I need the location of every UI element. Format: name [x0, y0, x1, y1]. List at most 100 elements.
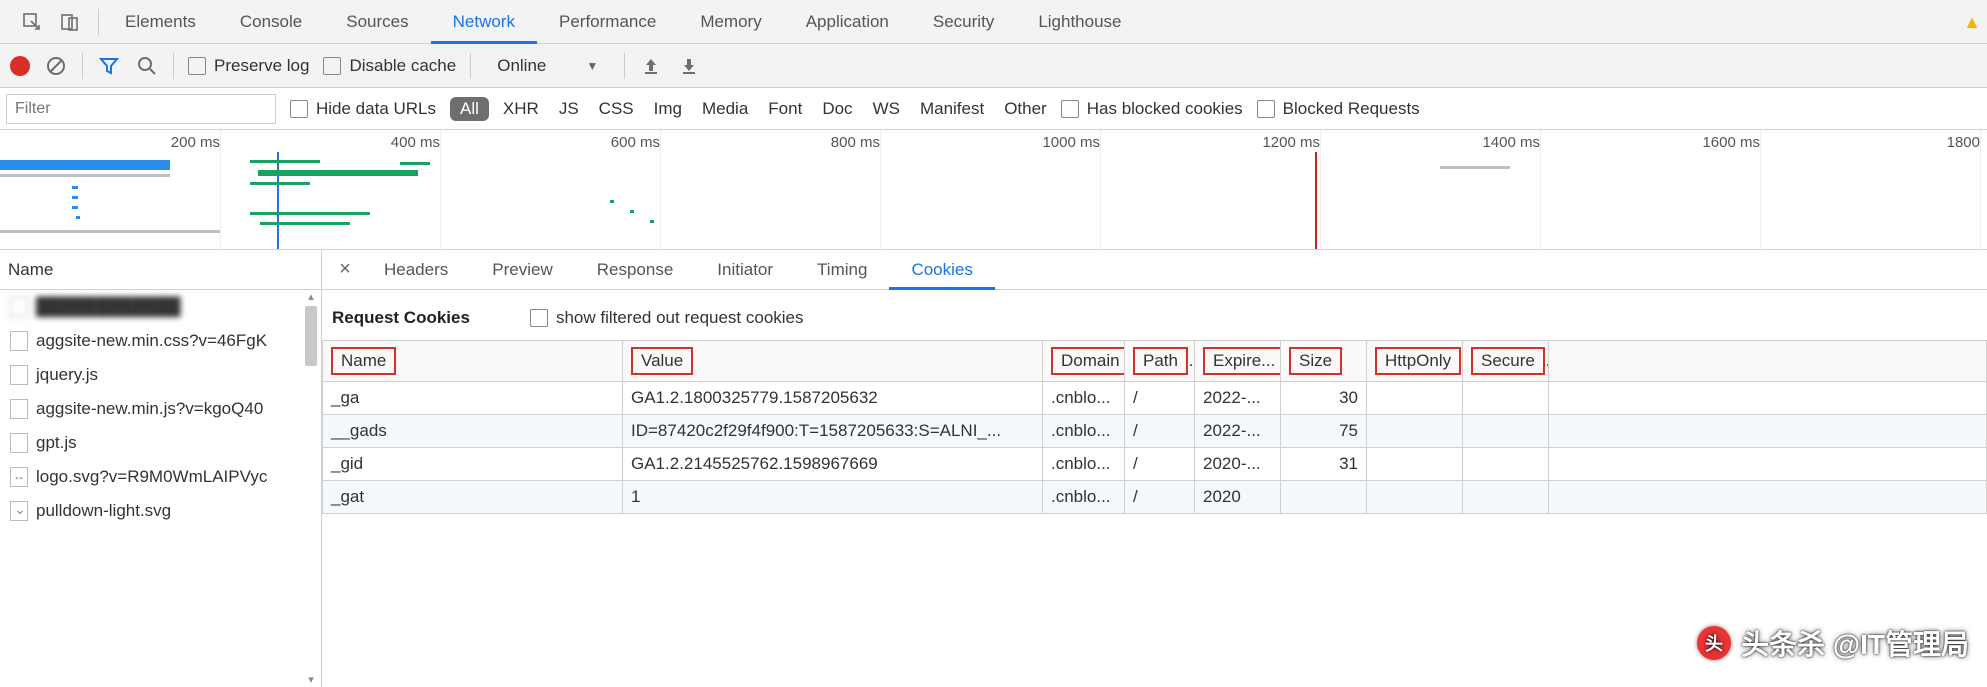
clear-icon[interactable]: [44, 54, 68, 78]
request-row[interactable]: aggsite-new.min.css?v=46FgK: [0, 324, 321, 358]
top-tab-host: ElementsConsoleSourcesNetworkPerformance…: [103, 0, 1144, 44]
cookie-row[interactable]: _gidGA1.2.2145525762.1598967669.cnblo...…: [323, 448, 1987, 481]
scroll-up-icon[interactable]: ▴: [305, 290, 317, 304]
request-name: aggsite-new.min.js?v=kgoQ40: [36, 399, 263, 419]
timeline-tick: 400 ms: [391, 134, 440, 151]
tab-memory[interactable]: Memory: [678, 0, 783, 44]
filter-type-doc[interactable]: Doc: [822, 99, 852, 119]
main-split: Name ████████████aggsite-new.min.css?v=4…: [0, 250, 1987, 687]
upload-har-icon[interactable]: [639, 54, 663, 78]
timeline-tick: 800 ms: [831, 134, 880, 151]
cookie-cell: .cnblo...: [1043, 382, 1125, 415]
cookie-cell: /: [1125, 382, 1195, 415]
request-row[interactable]: jquery.js: [0, 358, 321, 392]
cookie-col-path[interactable]: Path: [1125, 341, 1195, 382]
throttling-selector[interactable]: Online ▼: [485, 56, 610, 76]
filter-type-css[interactable]: CSS: [599, 99, 634, 119]
cookie-cell: 2020-...: [1195, 448, 1281, 481]
cookie-col-value[interactable]: Value: [623, 341, 1043, 382]
detail-tab-initiator[interactable]: Initiator: [695, 250, 795, 290]
close-detail-button[interactable]: ×: [328, 258, 362, 281]
tab-elements[interactable]: Elements: [103, 0, 218, 44]
cookie-cell: [1463, 415, 1549, 448]
preserve-log-label: Preserve log: [214, 56, 309, 76]
detail-tab-cookies[interactable]: Cookies: [889, 250, 994, 290]
cookie-cell: .cnblo...: [1043, 415, 1125, 448]
file-icon: [10, 331, 28, 351]
detail-tab-headers[interactable]: Headers: [362, 250, 470, 290]
search-icon[interactable]: [135, 54, 159, 78]
timeline-tick: 200 ms: [171, 134, 220, 151]
tab-lighthouse[interactable]: Lighthouse: [1016, 0, 1143, 44]
filter-type-ws[interactable]: WS: [873, 99, 900, 119]
detail-tab-preview[interactable]: Preview: [470, 250, 574, 290]
filter-type-js[interactable]: JS: [559, 99, 579, 119]
show-filtered-checkbox[interactable]: show filtered out request cookies: [530, 308, 804, 328]
cookie-col-expire[interactable]: Expire...: [1195, 341, 1281, 382]
detail-tab-response[interactable]: Response: [575, 250, 696, 290]
cookie-cell: [1463, 382, 1549, 415]
cookie-row[interactable]: __gadsID=87420c2f29f4f900:T=1587205633:S…: [323, 415, 1987, 448]
detail-tab-timing[interactable]: Timing: [795, 250, 889, 290]
filter-input[interactable]: [6, 94, 276, 124]
cookie-cell: [1367, 382, 1463, 415]
cookie-cell: 1: [623, 481, 1043, 514]
cookie-cell: 31: [1281, 448, 1367, 481]
scroll-thumb[interactable]: [305, 306, 317, 366]
request-name: pulldown-light.svg: [36, 501, 171, 521]
request-row[interactable]: ████████████: [0, 290, 321, 324]
cookie-row[interactable]: _gaGA1.2.1800325779.1587205632.cnblo.../…: [323, 382, 1987, 415]
request-row[interactable]: aggsite-new.min.js?v=kgoQ40: [0, 392, 321, 426]
detail-tabstrip: × HeadersPreviewResponseInitiatorTimingC…: [322, 250, 1987, 290]
inspect-icon[interactable]: [20, 10, 44, 34]
blocked-requests-checkbox[interactable]: Blocked Requests: [1257, 99, 1420, 119]
section-title: Request Cookies: [332, 308, 470, 328]
timeline-overview[interactable]: 200 ms400 ms600 ms800 ms1000 ms1200 ms14…: [0, 130, 1987, 250]
tab-application[interactable]: Application: [784, 0, 911, 44]
cookie-col-domain[interactable]: Domain: [1043, 341, 1125, 382]
request-row[interactable]: gpt.js: [0, 426, 321, 460]
request-cookies-header: Request Cookies show filtered out reques…: [322, 290, 1987, 340]
file-icon: [10, 433, 28, 453]
download-har-icon[interactable]: [677, 54, 701, 78]
filter-type-media[interactable]: Media: [702, 99, 748, 119]
preserve-log-checkbox[interactable]: Preserve log: [188, 56, 309, 76]
request-list-scrollbar[interactable]: ▴ ▾: [303, 290, 319, 687]
cookie-cell: [1549, 448, 1987, 481]
filter-type-font[interactable]: Font: [768, 99, 802, 119]
filter-icon[interactable]: [97, 54, 121, 78]
tab-sources[interactable]: Sources: [324, 0, 430, 44]
filter-type-img[interactable]: Img: [654, 99, 682, 119]
device-toggle-icon[interactable]: [58, 10, 82, 34]
cookie-col-secure[interactable]: Secure: [1463, 341, 1549, 382]
separator: [470, 53, 471, 79]
cookies-table: NameValueDomainPathExpire...SizeHttpOnly…: [322, 340, 1987, 514]
tab-network[interactable]: Network: [431, 0, 537, 44]
filter-all-button[interactable]: All: [450, 97, 489, 121]
filter-type-xhr[interactable]: XHR: [503, 99, 539, 119]
filter-type-manifest[interactable]: Manifest: [920, 99, 984, 119]
timeline-tick: 1000 ms: [1042, 134, 1100, 151]
request-name: jquery.js: [36, 365, 98, 385]
scroll-down-icon[interactable]: ▾: [305, 673, 317, 687]
filter-type-other[interactable]: Other: [1004, 99, 1047, 119]
request-row[interactable]: pulldown-light.svg: [0, 494, 321, 528]
cookie-row[interactable]: _gat1.cnblo.../2020: [323, 481, 1987, 514]
tab-performance[interactable]: Performance: [537, 0, 678, 44]
tab-security[interactable]: Security: [911, 0, 1016, 44]
record-button[interactable]: [10, 56, 30, 76]
cookie-cell: _ga: [323, 382, 623, 415]
cookie-col-httponly[interactable]: HttpOnly: [1367, 341, 1463, 382]
cookie-col-size[interactable]: Size: [1281, 341, 1367, 382]
request-row[interactable]: logo.svg?v=R9M0WmLAIPVyc: [0, 460, 321, 494]
disable-cache-checkbox[interactable]: Disable cache: [323, 56, 456, 76]
file-icon: [10, 399, 28, 419]
hide-data-urls-checkbox[interactable]: Hide data URLs: [290, 99, 436, 119]
cookie-cell: /: [1125, 415, 1195, 448]
cookie-cell: [1549, 481, 1987, 514]
cookie-col-name[interactable]: Name: [323, 341, 623, 382]
has-blocked-cookies-checkbox[interactable]: Has blocked cookies: [1061, 99, 1243, 119]
warning-icon[interactable]: ▲: [1963, 12, 1981, 33]
tab-console[interactable]: Console: [218, 0, 324, 44]
separator: [173, 53, 174, 79]
